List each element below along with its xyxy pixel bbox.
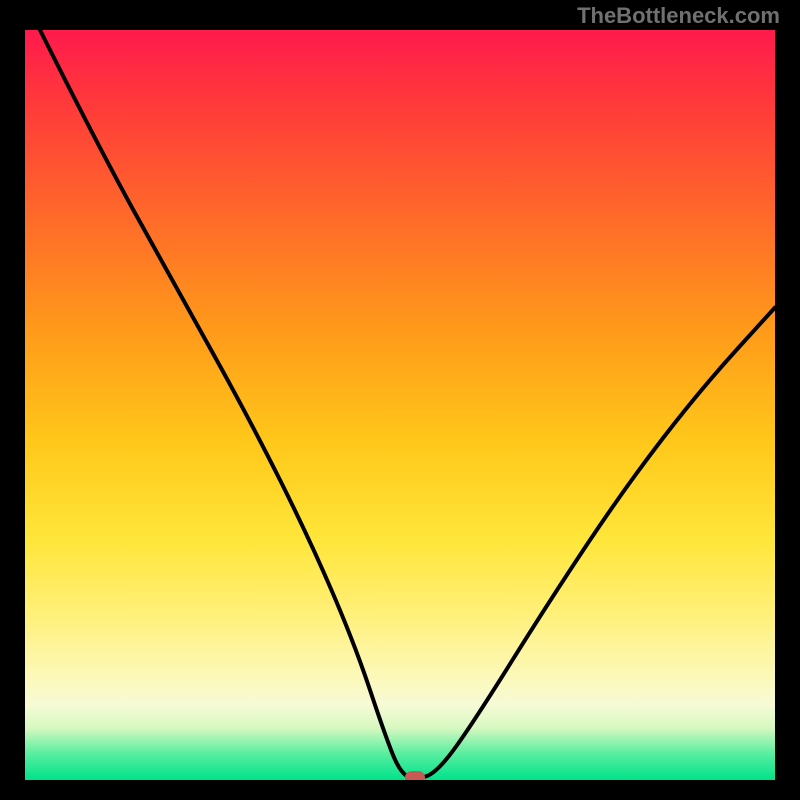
watermark-text: TheBottleneck.com — [577, 3, 780, 29]
plot-area — [25, 30, 775, 780]
curve-layer — [25, 30, 775, 780]
chart-frame: TheBottleneck.com — [0, 0, 800, 800]
optimal-point-marker — [405, 771, 425, 780]
bottleneck-curve — [40, 30, 775, 778]
